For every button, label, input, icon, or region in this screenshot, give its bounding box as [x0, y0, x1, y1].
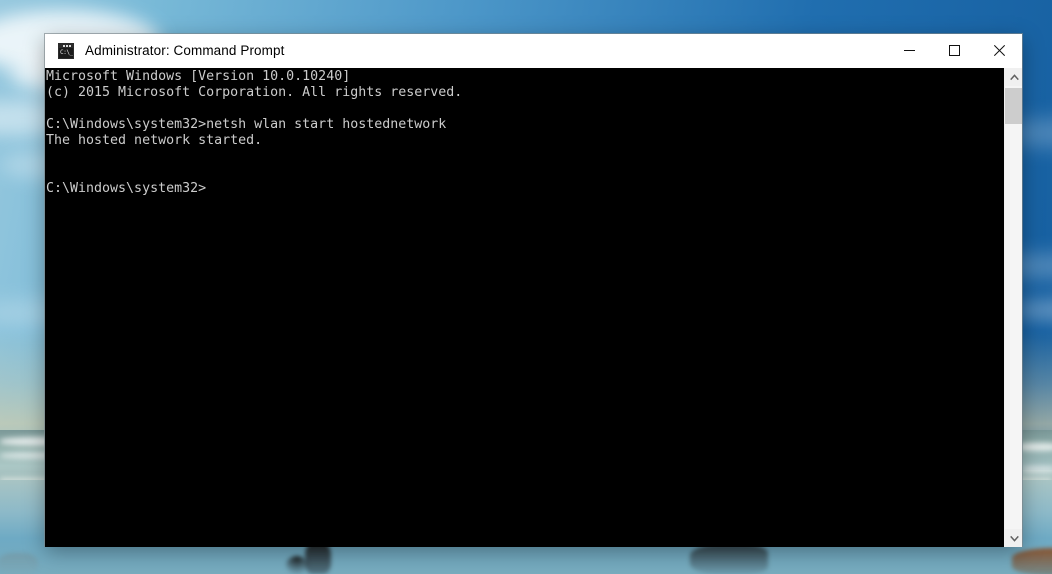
scroll-up-icon[interactable] [1005, 68, 1022, 86]
wallpaper-reflection [1012, 548, 1052, 574]
window-title-bar[interactable]: C:\_ Administrator: Command Prompt [45, 34, 1022, 68]
console-output-area[interactable]: Microsoft Windows [Version 10.0.10240] (… [45, 68, 1022, 547]
console-scrollbar[interactable] [1004, 68, 1022, 547]
maximize-button[interactable] [932, 34, 977, 67]
command-prompt-icon: C:\_ [58, 42, 74, 59]
window-controls[interactable] [887, 34, 1022, 67]
command-prompt-window[interactable]: C:\_ Administrator: Command Prompt Micro… [45, 34, 1022, 547]
close-button[interactable] [977, 34, 1022, 67]
scrollbar-track[interactable] [1005, 86, 1022, 529]
scroll-down-icon[interactable] [1005, 529, 1022, 547]
minimize-button[interactable] [887, 34, 932, 67]
wallpaper-surf [1018, 443, 1052, 451]
console-text: Microsoft Windows [Version 10.0.10240] (… [46, 69, 463, 196]
wallpaper-reflection [0, 553, 38, 574]
wallpaper-surf [1022, 466, 1052, 473]
window-title: Administrator: Command Prompt [85, 43, 285, 58]
wallpaper-reflection [286, 556, 308, 574]
wallpaper-reflection [690, 544, 768, 574]
scrollbar-thumb[interactable] [1005, 88, 1022, 124]
command-prompt-icon-glyph: C:\_ [59, 47, 73, 58]
